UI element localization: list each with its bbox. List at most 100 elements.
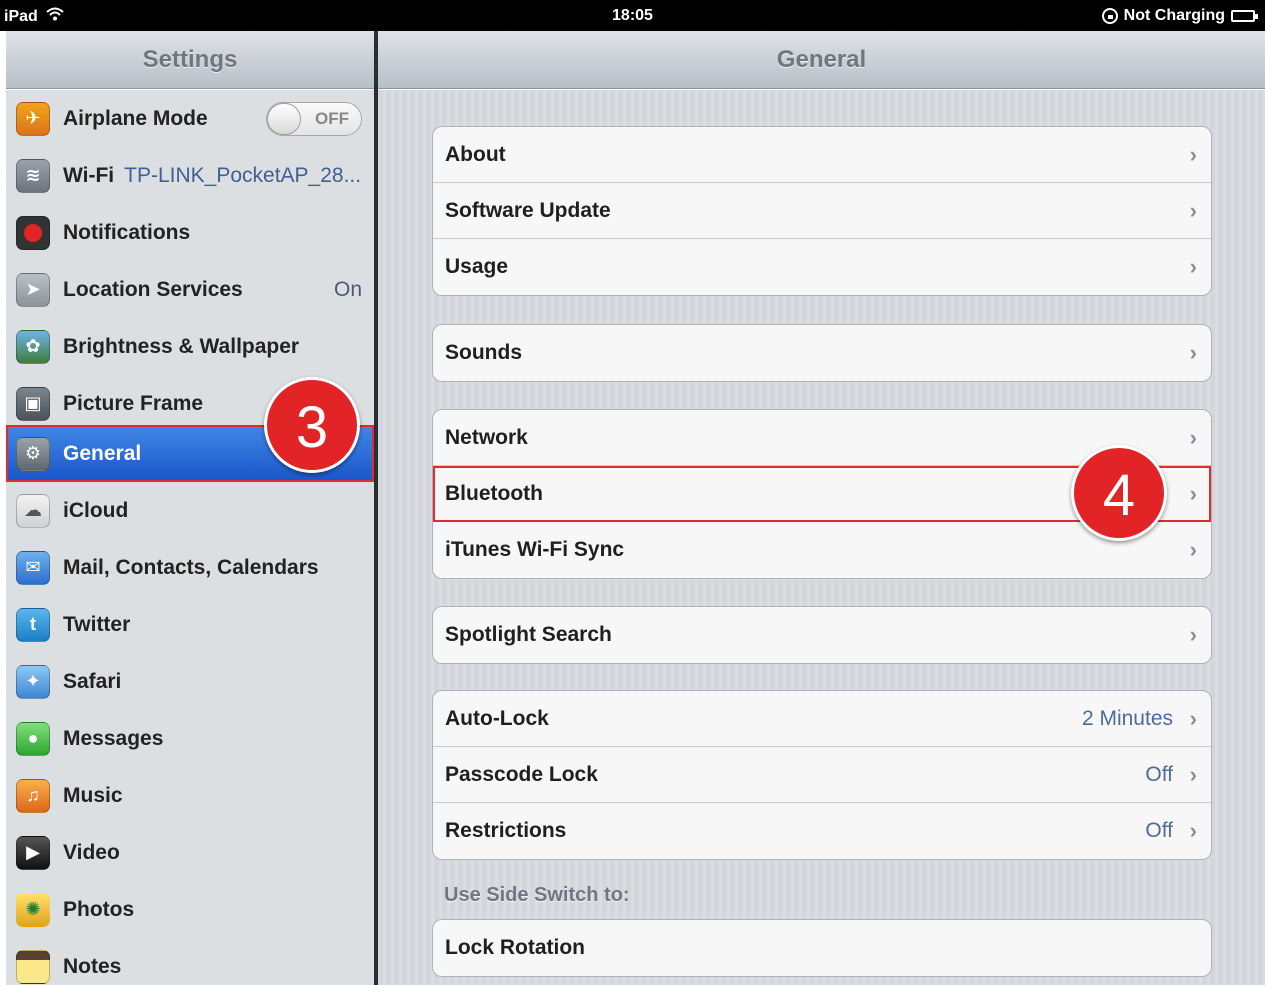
sidebar-item-wifi[interactable]: ≋ Wi-Fi TP-LINK_PocketAP_28... <box>6 147 374 204</box>
sidebar-item-brightness-wallpaper[interactable]: ✿ Brightness & Wallpaper <box>6 318 374 375</box>
sidebar-item-icloud[interactable]: ☁ iCloud <box>6 482 374 539</box>
row-label: Passcode Lock <box>445 762 598 786</box>
row-label: About <box>445 142 506 166</box>
side-switch-section-label: Use Side Switch to: <box>444 884 630 906</box>
settings-sidebar: ✈ Airplane Mode OFF ≋ Wi-Fi TP-LINK_Pock… <box>6 90 374 985</box>
sidebar-item-label: Brightness & Wallpaper <box>63 334 300 358</box>
spotlight-search-row[interactable]: Spotlight Search › <box>433 607 1211 663</box>
row-label: Bluetooth <box>445 481 543 505</box>
passcode-lock-value: Off <box>1145 762 1173 786</box>
sidebar-item-safari[interactable]: ✦ Safari <box>6 653 374 710</box>
gear-icon: ⚙ <box>16 436 50 471</box>
sidebar-item-label: Messages <box>63 726 164 750</box>
sounds-row[interactable]: Sounds › <box>433 325 1211 381</box>
flower-icon: ✿ <box>16 329 50 364</box>
airplane-mode-toggle[interactable]: OFF <box>266 101 362 136</box>
sunflower-icon: ✺ <box>16 892 50 927</box>
chevron-right-icon: › <box>1189 818 1197 843</box>
row-label: Restrictions <box>445 819 567 842</box>
sidebar-item-label: Notifications <box>63 220 191 244</box>
notepad-icon <box>16 949 50 984</box>
twitter-bird-icon: t <box>16 607 50 642</box>
wifi-network-name: TP-LINK_PocketAP_28... <box>124 163 362 187</box>
auto-lock-row[interactable]: Auto-Lock 2 Minutes › <box>433 691 1211 747</box>
sidebar-item-photos[interactable]: ✺ Photos <box>6 881 374 938</box>
toggle-state: OFF <box>315 108 349 128</box>
sidebar-item-messages[interactable]: ● Messages <box>6 710 374 767</box>
lock-rotation-row[interactable]: Lock Rotation <box>433 920 1211 976</box>
chevron-right-icon: › <box>1189 141 1197 167</box>
passcode-lock-row[interactable]: Passcode Lock Off › <box>433 747 1211 803</box>
auto-lock-value: 2 Minutes <box>1081 706 1173 730</box>
row-label: Software Update <box>445 198 611 222</box>
chevron-right-icon: › <box>1189 761 1197 787</box>
about-row[interactable]: About › <box>433 127 1211 183</box>
notifications-icon <box>16 215 50 250</box>
general-settings-panel: About › Software Update › Usage › Sounds › N… <box>378 90 1265 985</box>
sidebar-item-airplane-mode: ✈ Airplane Mode OFF <box>6 90 374 147</box>
chevron-right-icon: › <box>1189 480 1197 506</box>
step-3-callout: 3 <box>264 377 360 473</box>
sidebar-item-video[interactable]: ▶ Video <box>6 824 374 881</box>
sidebar-item-notifications[interactable]: Notifications <box>6 204 374 261</box>
sidebar-item-notes[interactable]: Notes <box>6 938 374 985</box>
compass-icon: ✦ <box>16 664 50 699</box>
group-sounds: Sounds › <box>432 324 1212 382</box>
sidebar-item-label: Mail, Contacts, Calendars <box>63 555 319 579</box>
wifi-icon: ≋ <box>16 158 50 193</box>
location-arrow-icon: ➤ <box>16 272 50 307</box>
sidebar-item-label: Airplane Mode <box>63 106 208 130</box>
toggle-knob <box>267 102 301 135</box>
sidebar-item-twitter[interactable]: t Twitter <box>6 596 374 653</box>
row-label: Sounds <box>445 341 522 364</box>
clapperboard-icon: ▶ <box>16 835 50 870</box>
sidebar-item-label: General <box>63 441 142 465</box>
general-nav-title: General <box>378 31 1265 89</box>
step-4-callout: 4 <box>1071 445 1167 541</box>
battery-icon <box>1231 10 1258 22</box>
chevron-right-icon: › <box>1189 340 1197 365</box>
sidebar-item-label: Picture Frame <box>63 391 204 415</box>
software-update-row[interactable]: Software Update › <box>433 183 1211 239</box>
group-about: About › Software Update › Usage › <box>432 126 1212 296</box>
group-security: Auto-Lock 2 Minutes › Passcode Lock Off › Re… <box>432 690 1212 860</box>
chevron-right-icon: › <box>1189 537 1197 562</box>
row-label: Network <box>445 425 528 449</box>
status-right: Not Charging <box>1101 7 1258 25</box>
location-services-value: On <box>333 277 362 301</box>
status-bar: iPad 18:05 Not Charging <box>0 0 1265 31</box>
rotation-lock-icon <box>1101 8 1118 24</box>
music-note-icon: ♫ <box>16 778 50 813</box>
usage-row[interactable]: Usage › <box>433 239 1211 295</box>
row-label: Usage <box>445 255 509 278</box>
group-spotlight: Spotlight Search › <box>432 606 1212 664</box>
chevron-right-icon: › <box>1189 424 1197 450</box>
sidebar-item-label: Music <box>63 783 123 807</box>
mail-icon: ✉ <box>16 550 50 585</box>
sidebar-item-mail-contacts-calendars[interactable]: ✉ Mail, Contacts, Calendars <box>6 539 374 596</box>
sidebar-item-music[interactable]: ♫ Music <box>6 767 374 824</box>
status-time: 18:05 <box>612 7 653 24</box>
sidebar-item-label: Photos <box>63 897 135 921</box>
message-bubble-icon: ● <box>16 721 50 756</box>
row-label: Lock Rotation <box>445 936 585 959</box>
sidebar-item-label: Safari <box>63 669 122 693</box>
airplane-icon: ✈ <box>16 101 50 136</box>
row-label: Spotlight Search <box>445 623 612 646</box>
row-label: iTunes Wi-Fi Sync <box>445 538 625 561</box>
picture-frame-icon: ▣ <box>16 386 50 421</box>
settings-nav-title: Settings <box>6 31 374 89</box>
charging-status: Not Charging <box>1123 7 1225 24</box>
sidebar-item-location-services[interactable]: ➤ Location Services On <box>6 261 374 318</box>
restrictions-value: Off <box>1145 819 1173 842</box>
cloud-icon: ☁ <box>16 493 50 528</box>
sidebar-item-label: Video <box>63 840 120 864</box>
chevron-right-icon: › <box>1189 622 1197 647</box>
restrictions-row[interactable]: Restrictions Off › <box>433 803 1211 859</box>
sidebar-item-label: Location Services <box>63 277 243 301</box>
row-label: Auto-Lock <box>445 706 549 730</box>
chevron-right-icon: › <box>1189 197 1197 223</box>
sidebar-item-label: Wi-Fi <box>63 163 115 187</box>
sidebar-item-label: Twitter <box>63 612 131 636</box>
sidebar-item-label: Notes <box>63 954 122 978</box>
